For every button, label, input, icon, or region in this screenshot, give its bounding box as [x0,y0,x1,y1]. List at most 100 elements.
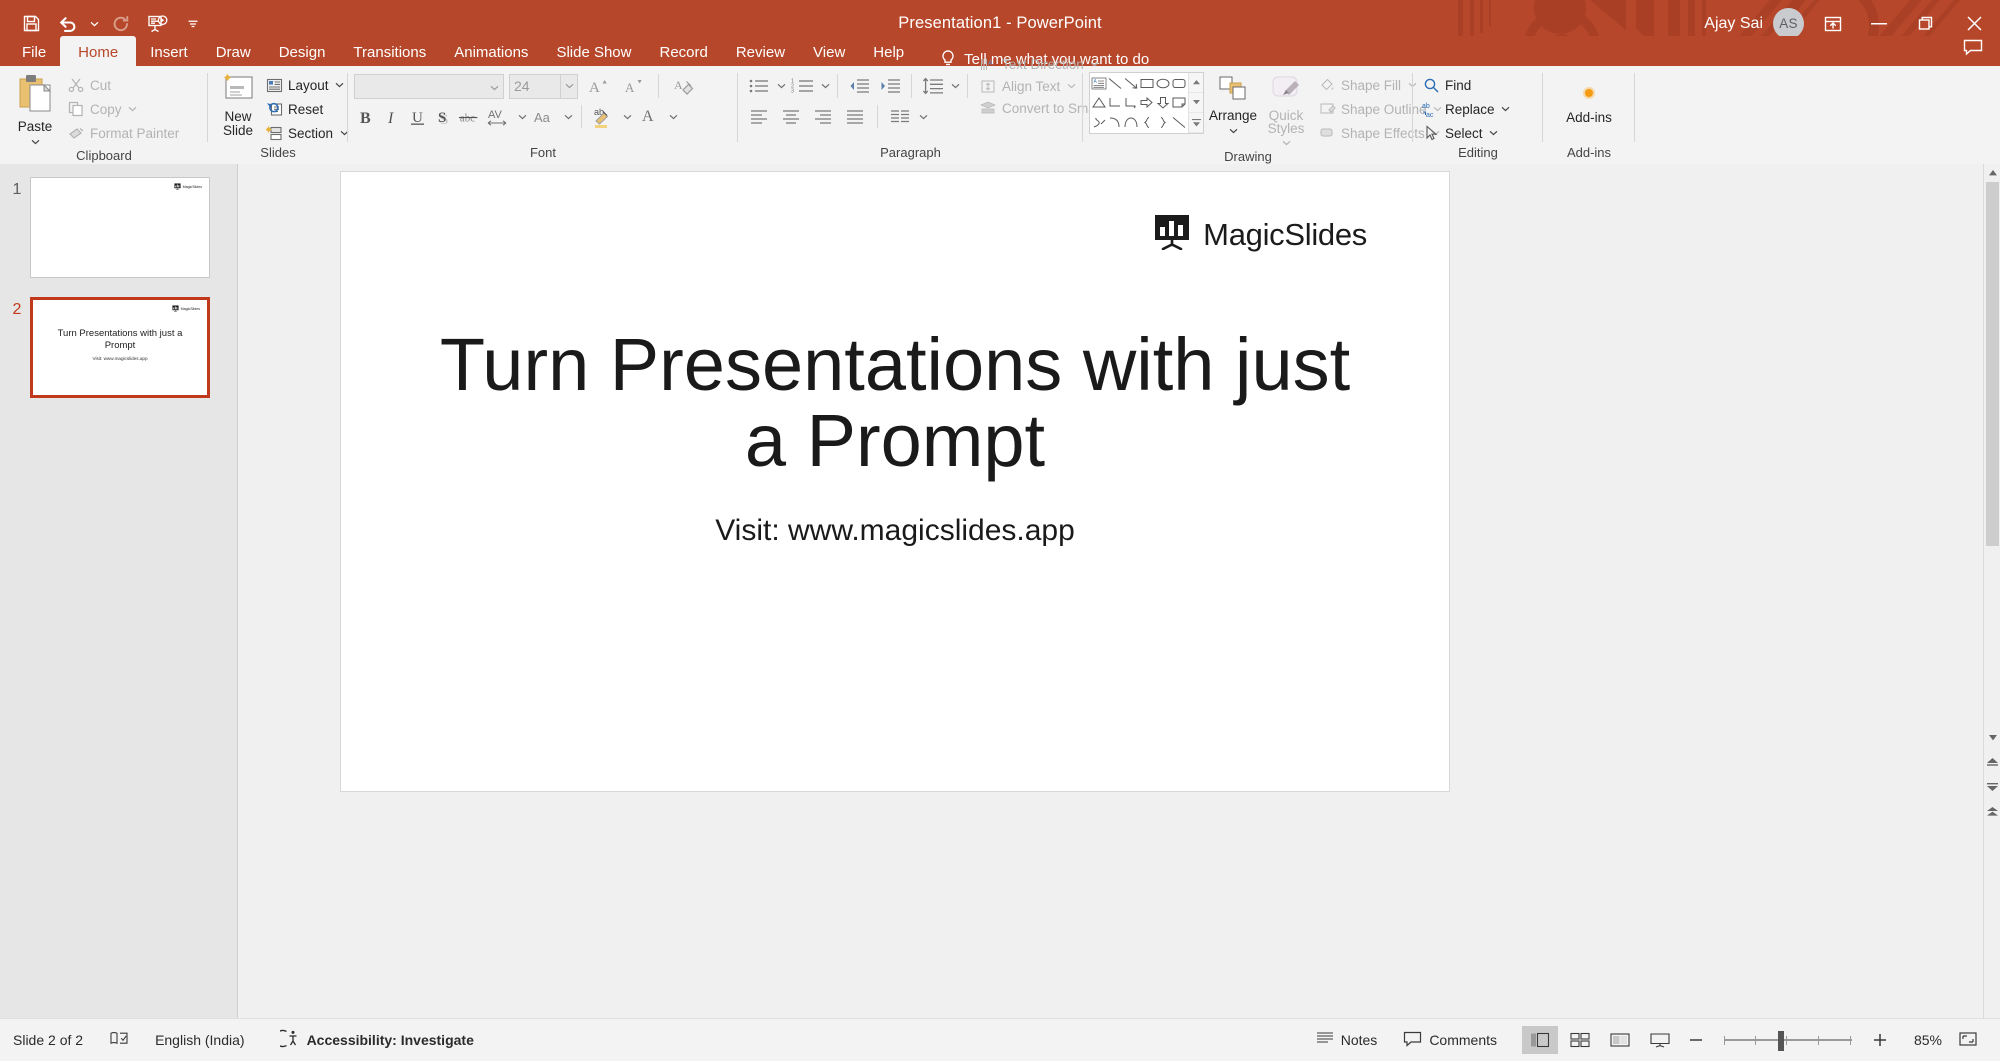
scroll-up-arrow[interactable] [1984,164,2000,181]
spellcheck-button[interactable] [96,1019,142,1061]
vertical-scrollbar-thumb[interactable] [1986,182,1999,546]
shape-rounded-rectangle[interactable] [1171,74,1187,93]
numbering-caret[interactable] [819,75,831,97]
character-spacing-caret[interactable] [516,106,528,128]
shape-elbow-connector[interactable] [1107,93,1123,112]
scroll-down-arrow[interactable] [1984,729,2000,746]
clear-formatting-button[interactable]: A [669,74,699,98]
shape-folded-corner[interactable] [1171,93,1187,112]
replace-button[interactable]: ab ac Replace [1419,97,1515,121]
reading-view-button[interactable] [1602,1026,1638,1054]
tab-review[interactable]: Review [722,36,799,69]
shape-rectangle[interactable] [1139,74,1155,93]
zoom-out-button[interactable] [1680,1024,1712,1056]
align-text-caret[interactable] [1065,75,1077,97]
tab-insert[interactable]: Insert [136,36,202,69]
tab-home[interactable]: Home [60,36,137,69]
shape-arc[interactable] [1123,113,1139,132]
strikethrough-button[interactable]: abc [458,105,482,129]
account-button[interactable]: Ajay Sai AS [1704,8,1810,39]
slide-editor-area[interactable]: MagicSlides Turn Presentations with just… [238,164,2000,1018]
font-size-input[interactable]: 24 [509,73,561,99]
vertical-scrollbar[interactable] [1983,164,2000,1018]
bullets-caret[interactable] [775,75,787,97]
replace-caret[interactable] [1500,98,1512,120]
shapes-gallery[interactable]: A [1089,72,1204,134]
text-highlight-caret[interactable] [621,106,633,128]
increase-indent-button[interactable] [875,74,905,98]
underline-button[interactable]: U [406,105,430,129]
thumbnail-canvas-1[interactable]: MagicSlides [30,177,210,278]
paste-button[interactable]: Paste [6,71,64,148]
bold-button[interactable]: B [354,105,378,129]
cut-button[interactable]: Cut [64,73,182,97]
font-name-input[interactable] [354,73,504,99]
tab-transitions[interactable]: Transitions [339,36,440,69]
shapes-gallery-more[interactable] [1189,113,1203,133]
thumbnail-item-2[interactable]: 2 MagicSlides Turn Presentations with ju… [4,297,210,398]
numbering-button[interactable]: 1 2 3 [788,74,818,98]
language-button[interactable]: English (India) [142,1019,258,1061]
normal-view-button[interactable] [1522,1026,1558,1054]
slide-counter[interactable]: Slide 2 of 2 [0,1019,96,1061]
columns-button[interactable] [885,105,915,129]
center-button[interactable] [776,105,806,129]
shape-textbox[interactable]: A [1091,74,1107,93]
select-caret[interactable] [1488,122,1500,144]
font-color-button[interactable]: A [635,105,665,129]
previous-slide-button[interactable] [1984,753,2000,770]
reset-button[interactable]: Reset [262,97,353,121]
find-button[interactable]: Find [1419,73,1515,97]
layout-dropdown-caret[interactable] [334,74,346,96]
comments-button[interactable]: Comments [1390,1019,1510,1061]
shape-line-2[interactable] [1171,113,1187,132]
select-button[interactable]: Select [1419,121,1515,145]
shape-scribble[interactable] [1091,113,1107,132]
slide-thumbnail-panel[interactable]: 1 MagicSlides 2 MagicSlides Turn Present… [0,164,238,1018]
zoom-slider-handle[interactable] [1778,1030,1784,1051]
accessibility-button[interactable]: Accessibility: Investigate [258,1019,487,1061]
section-button[interactable]: Section [262,121,353,145]
tab-view[interactable]: View [799,36,859,69]
quick-styles-caret[interactable] [1282,134,1291,149]
shapes-scroll-up[interactable] [1189,73,1203,93]
line-spacing-button[interactable] [918,74,948,98]
tab-help[interactable]: Help [859,36,918,69]
shapes-gallery-scrollbar[interactable] [1188,73,1203,133]
shape-arrow[interactable] [1123,74,1139,93]
zoom-in-button[interactable] [1864,1024,1896,1056]
shape-right-brace[interactable] [1155,113,1171,132]
change-case-button[interactable]: Aa [530,105,560,129]
format-painter-button[interactable]: Format Painter [64,121,182,145]
new-slide-button[interactable]: New Slide [214,71,262,138]
shape-triangle[interactable] [1091,93,1107,112]
slide-canvas[interactable]: MagicSlides Turn Presentations with just… [340,171,1450,792]
fit-slide-to-window-button[interactable] [1952,1024,1984,1056]
back-to-previous-button[interactable] [1984,803,2000,820]
shape-elbow-arrow-connector[interactable] [1123,93,1139,112]
italic-button[interactable]: I [380,105,404,129]
align-right-button[interactable] [808,105,838,129]
shapes-scroll-down[interactable] [1189,93,1203,113]
quick-styles-button[interactable]: Quick Styles [1262,72,1310,149]
arrange-button[interactable]: Arrange [1209,72,1257,137]
tab-draw[interactable]: Draw [202,36,265,69]
next-slide-button[interactable] [1984,778,2000,795]
bullets-button[interactable] [744,74,774,98]
font-color-caret[interactable] [667,106,679,128]
slide-title[interactable]: Turn Presentations with just a Prompt [431,326,1359,479]
copy-button[interactable]: Copy [64,97,182,121]
thumbnail-canvas-2[interactable]: MagicSlides Turn Presentations with just… [30,297,210,398]
layout-button[interactable]: Layout [262,73,353,97]
character-spacing-button[interactable]: AV [484,105,514,129]
slide-show-view-button[interactable] [1642,1026,1678,1054]
zoom-level[interactable]: 85% [1896,1032,1952,1048]
columns-caret[interactable] [917,106,929,128]
tab-record[interactable]: Record [645,36,721,69]
font-name-caret[interactable] [490,78,499,94]
shape-down-arrow[interactable] [1155,93,1171,112]
thumbnail-item-1[interactable]: 1 MagicSlides [4,177,210,278]
justify-button[interactable] [840,105,870,129]
decrease-indent-button[interactable] [844,74,874,98]
text-shadow-button[interactable]: S S [432,105,456,129]
